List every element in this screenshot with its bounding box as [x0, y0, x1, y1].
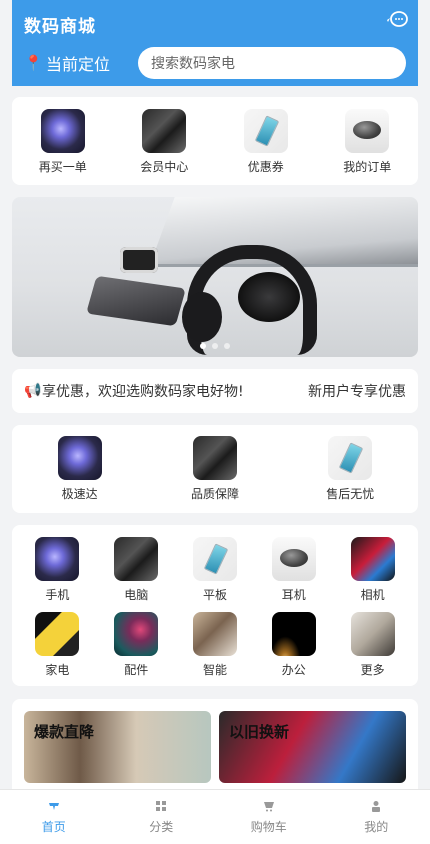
feature-quality[interactable]: 品质保障	[175, 436, 255, 513]
phone-thumb-icon	[243, 109, 288, 153]
user-icon	[370, 800, 382, 812]
feature-fast-delivery[interactable]: 极速达	[40, 436, 120, 513]
category-label: 智能	[202, 663, 227, 677]
category-more[interactable]: 更多	[333, 612, 412, 678]
app-title: 数码商城	[24, 17, 96, 37]
promo-section: 爆款直降 以旧换新	[12, 699, 418, 799]
location-pin-icon: 📍	[24, 54, 43, 72]
tab-profile[interactable]: 我的	[323, 790, 430, 844]
tab-label: 首页	[41, 819, 66, 834]
office-category-icon	[271, 612, 316, 656]
accessory-category-icon	[114, 612, 159, 656]
category-label: 相机	[360, 588, 385, 602]
tab-home[interactable]: 首页	[0, 790, 108, 844]
promo-label: 以旧换新	[229, 723, 290, 741]
app-header: 数码商城 📍 当前定位 搜索数码家电	[12, 0, 418, 86]
cart-icon	[263, 800, 275, 812]
category-appliance[interactable]: 家电	[18, 612, 97, 678]
dark-thumb-icon	[142, 109, 187, 153]
category-label: 更多	[360, 663, 385, 677]
quick-action-label: 我的订单	[343, 160, 392, 174]
phone-category-icon	[35, 537, 80, 581]
category-label: 平板	[202, 588, 227, 602]
quick-action-label: 会员中心	[140, 160, 189, 174]
quick-action-orders[interactable]: 我的订单	[337, 109, 397, 185]
mouse-thumb-icon	[345, 109, 390, 153]
category-camera[interactable]: 相机	[333, 537, 412, 603]
category-smart[interactable]: 智能	[176, 612, 255, 678]
location-label[interactable]: 当前定位	[46, 51, 134, 75]
computer-category-icon	[114, 537, 159, 581]
category-accessory[interactable]: 配件	[97, 612, 176, 678]
category-computer[interactable]: 电脑	[97, 537, 176, 603]
bottom-tabbar: 首页 分类 购物车 我的	[0, 789, 430, 844]
earphone-category-icon	[271, 537, 316, 581]
banner-dot[interactable]	[200, 343, 206, 349]
service-features: 极速达 品质保障 售后无忧	[12, 425, 418, 513]
banner-dot[interactable]	[212, 343, 218, 349]
appliance-category-icon	[35, 612, 80, 656]
storm-thumb-icon	[40, 109, 85, 153]
quick-actions: 再买一单 会员中心 优惠券 我的订单	[12, 97, 418, 185]
storm-thumb-icon	[57, 436, 102, 480]
banner-headphone-cup-right	[238, 272, 300, 322]
quick-action-label: 再买一单	[38, 160, 87, 174]
quick-action-coupon[interactable]: 优惠券	[236, 109, 296, 185]
feature-label: 品质保障	[190, 487, 239, 501]
phone-thumb-icon	[328, 436, 373, 480]
notice-bar: 📢 享优惠，欢迎选购数码家电好物! 新用户专享优惠	[12, 369, 418, 413]
category-phone[interactable]: 手机	[18, 537, 97, 603]
category-label: 家电	[45, 663, 70, 677]
category-label: 耳机	[281, 588, 306, 602]
tab-label: 我的	[364, 819, 389, 834]
quick-action-label: 优惠券	[247, 160, 284, 174]
camera-category-icon	[350, 537, 395, 581]
notice-link[interactable]: 新用户专享优惠	[308, 381, 406, 401]
dark-thumb-icon	[192, 436, 237, 480]
category-tablet[interactable]: 平板	[176, 537, 255, 603]
category-label: 配件	[124, 663, 149, 677]
category-office[interactable]: 办公	[254, 612, 333, 678]
more-category-icon	[350, 612, 395, 656]
promo-card-trade-in[interactable]: 以旧换新	[219, 711, 406, 783]
category-grid: 手机 电脑 平板 耳机 相机 家电 配件 智能 办公 更多	[12, 525, 418, 686]
banner-watch	[120, 247, 158, 273]
quick-action-member[interactable]: 会员中心	[134, 109, 194, 185]
smart-category-icon	[192, 612, 237, 656]
promo-banner[interactable]	[12, 197, 418, 357]
megaphone-icon: 📢	[24, 383, 42, 399]
banner-headphone-cup-left	[182, 292, 222, 342]
tablet-category-icon	[192, 537, 237, 581]
feature-label: 售后无忧	[326, 487, 375, 501]
banner-pagination	[12, 343, 418, 349]
search-placeholder: 搜索数码家电	[151, 56, 235, 72]
feature-label: 极速达	[61, 487, 98, 501]
promo-card-hot-deals[interactable]: 爆款直降	[24, 711, 211, 783]
promo-label: 爆款直降	[34, 723, 95, 741]
notice-text: 享优惠，欢迎选购数码家电好物!	[42, 384, 244, 400]
home-icon	[48, 800, 60, 812]
quick-action-rebuy[interactable]: 再买一单	[33, 109, 93, 185]
tab-cart[interactable]: 购物车	[215, 790, 323, 844]
category-label: 电脑	[124, 588, 149, 602]
search-input[interactable]: 搜索数码家电	[138, 47, 406, 79]
category-label: 手机	[45, 588, 70, 602]
feature-after-sales[interactable]: 售后无忧	[310, 436, 390, 513]
banner-dot[interactable]	[224, 343, 230, 349]
banner-phone	[86, 275, 186, 327]
tab-category[interactable]: 分类	[108, 790, 216, 844]
category-earphone[interactable]: 耳机	[254, 537, 333, 603]
tab-label: 分类	[149, 819, 174, 834]
category-label: 办公	[281, 663, 306, 677]
tab-label: 购物车	[250, 819, 287, 834]
grid-icon	[155, 800, 167, 812]
chat-icon[interactable]	[386, 11, 408, 29]
